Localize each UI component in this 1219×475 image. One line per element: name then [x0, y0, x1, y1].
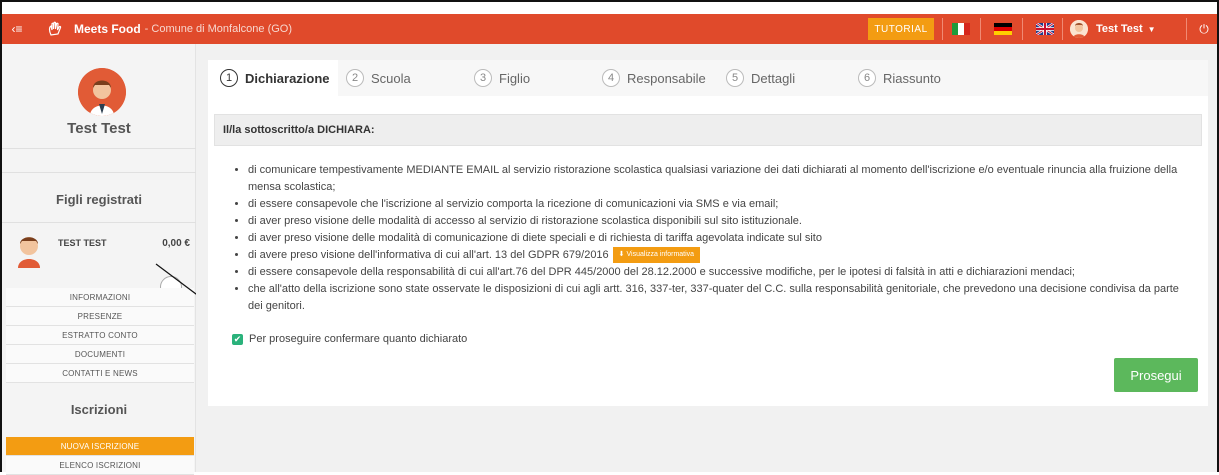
user-name: Test Test: [1096, 23, 1143, 35]
confirm-checkbox-row[interactable]: ✔ Per proseguire confermare quanto dichi…: [232, 333, 467, 345]
step-number: 6: [858, 69, 876, 87]
top-bar: ‹≡ Meets Food - Comune di Monfalcone (GO…: [2, 14, 1217, 44]
main-content: 1 Dichiarazione 2 Scuola 3 Figlio 4 Resp…: [196, 44, 1217, 472]
sidebar-item-estratto-conto[interactable]: ESTRATTO CONTO: [6, 326, 194, 345]
sidebar-item-elenco-iscrizioni[interactable]: ELENCO ISCRIZIONI: [6, 456, 194, 475]
confirm-label: Per proseguire confermare quanto dichiar…: [249, 333, 468, 345]
step-label: Dettagli: [751, 70, 796, 86]
divider: [942, 18, 943, 40]
wizard-panel: 1 Dichiarazione 2 Scuola 3 Figlio 4 Resp…: [208, 60, 1208, 406]
tab-responsabile[interactable]: 4 Responsabile: [602, 60, 706, 96]
step-number: 1: [220, 69, 238, 87]
tab-dichiarazione[interactable]: 1 Dichiarazione: [220, 60, 330, 96]
logout-power-icon[interactable]: ⏻: [1192, 14, 1216, 44]
declaration-header: Il/la sottoscritto/a DICHIARA:: [214, 114, 1202, 146]
sidebar-item-nuova-iscrizione[interactable]: NUOVA ISCRIZIONE: [6, 437, 194, 456]
sidebar: Test Test Figli registrati TEST TEST 0,0…: [2, 44, 196, 475]
divider: [1062, 18, 1063, 40]
enrollment-menu: NUOVA ISCRIZIONE ELENCO ISCRIZIONI: [6, 437, 194, 475]
declaration-item: di aver preso visione delle modalità di …: [248, 230, 1194, 247]
divider: [2, 222, 196, 223]
divider: [980, 18, 981, 40]
divider: [2, 148, 196, 149]
declaration-item: di essere consapevole della responsabili…: [248, 264, 1194, 281]
children-section-title: Figli registrati: [56, 192, 142, 207]
step-number: 3: [474, 69, 492, 87]
declaration-item: che all'atto della iscrizione sono state…: [248, 281, 1194, 315]
user-avatar-icon: [1070, 20, 1088, 38]
view-informativa-button[interactable]: ⬇ Visualizza informativa: [612, 247, 701, 264]
step-number: 4: [602, 69, 620, 87]
tab-dettagli[interactable]: 5 Dettagli: [726, 60, 795, 96]
step-number: 5: [726, 69, 744, 87]
declaration-item: di essere consapevole che l'iscrizione a…: [248, 196, 1194, 213]
german-flag-icon[interactable]: [994, 23, 1012, 35]
step-number: 2: [346, 69, 364, 87]
profile-avatar: [78, 68, 126, 116]
step-label: Figlio: [499, 70, 531, 86]
user-menu[interactable]: Test Test ▼: [1070, 14, 1156, 44]
child-balance: 0,00 €: [162, 238, 190, 249]
declaration-item: di comunicare tempestivamente MEDIANTE E…: [248, 162, 1194, 196]
declaration-item-gdpr: di avere preso visione dell'informativa …: [248, 247, 1194, 264]
step-label: Responsabile: [627, 70, 706, 86]
tab-scuola[interactable]: 2 Scuola: [346, 60, 411, 96]
view-informativa-label: Visualizza informativa: [626, 251, 695, 259]
child-avatar: [16, 234, 42, 268]
step-label: Riassunto: [883, 70, 941, 86]
app-brand[interactable]: Meets Food: [74, 22, 141, 36]
hand-logo-icon: [44, 18, 66, 40]
child-name: TEST TEST: [58, 238, 107, 248]
step-label: Dichiarazione: [245, 70, 330, 86]
italian-flag-icon[interactable]: [952, 23, 970, 35]
tab-riassunto[interactable]: 6 Riassunto: [858, 60, 941, 96]
declaration-list: di comunicare tempestivamente MEDIANTE E…: [234, 162, 1194, 315]
declaration-item-text: di avere preso visione dell'informativa …: [248, 249, 609, 261]
tab-figlio[interactable]: 3 Figlio: [474, 60, 530, 96]
download-icon: ⬇: [618, 251, 625, 259]
profile-name: Test Test: [67, 120, 131, 137]
divider: [1186, 18, 1187, 40]
proceed-button[interactable]: Prosegui: [1114, 358, 1198, 392]
divider: [1022, 18, 1023, 40]
declaration-item: di aver preso visione delle modalità di …: [248, 213, 1194, 230]
uk-flag-icon[interactable]: [1036, 23, 1054, 35]
caret-down-icon: ▼: [1147, 24, 1156, 34]
tutorial-button[interactable]: TUTORIAL: [868, 18, 934, 40]
step-label: Scuola: [371, 70, 411, 86]
menu-toggle-icon[interactable]: ‹≡: [2, 14, 32, 44]
sidebar-item-documenti[interactable]: DOCUMENTI: [6, 345, 194, 364]
municipality-label: - Comune di Monfalcone (GO): [144, 23, 293, 35]
sidebar-item-contatti-news[interactable]: CONTATTI E NEWS: [6, 364, 194, 383]
enrollment-section-title: Iscrizioni: [70, 402, 128, 417]
divider: [2, 172, 196, 173]
confirm-checkbox[interactable]: ✔: [232, 333, 243, 345]
